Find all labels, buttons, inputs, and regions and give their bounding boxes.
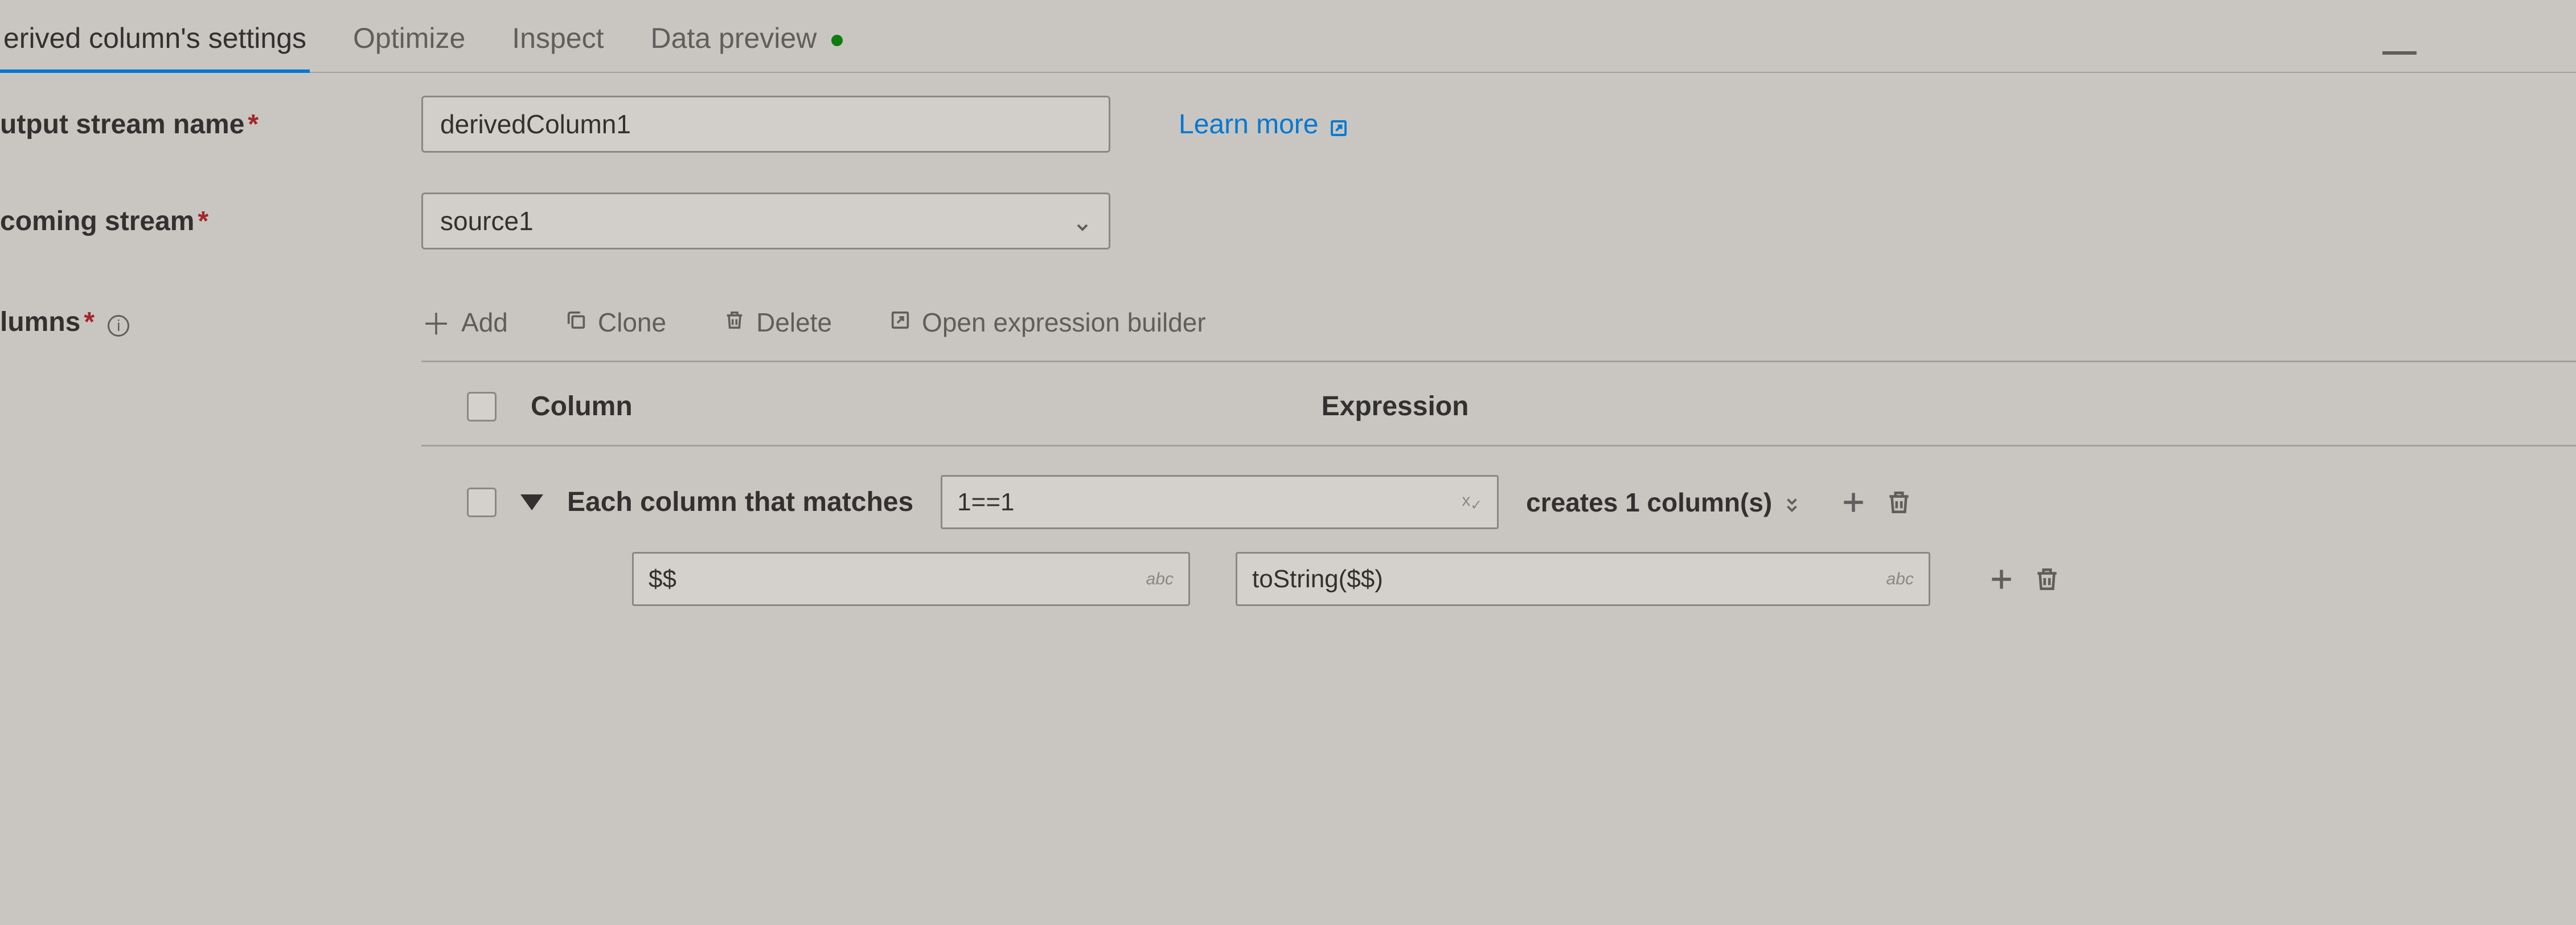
- columns-header-row: Column Expression: [421, 362, 2576, 447]
- add-button[interactable]: ＋ Add: [421, 301, 508, 343]
- tab-optimize[interactable]: Optimize: [350, 17, 469, 66]
- column-name-expression-value: $$: [649, 565, 676, 594]
- type-abc-icon: abc: [1886, 570, 1914, 589]
- info-icon[interactable]: i: [108, 315, 129, 337]
- columns-toolbar: ＋ Add Clone Delete Open expression buil: [421, 289, 2576, 362]
- incoming-stream-label-text: coming stream: [0, 206, 194, 236]
- status-dot-icon: [831, 35, 843, 46]
- add-row-icon[interactable]: [1839, 488, 1868, 517]
- add-row-icon[interactable]: [1987, 565, 2016, 594]
- tab-settings[interactable]: erived column's settings: [0, 17, 310, 66]
- pattern-match-label: Each column that matches: [567, 486, 913, 518]
- columns-label-text: lumns: [0, 307, 80, 337]
- pattern-sub-row: $$ abc toString($$) abc: [421, 529, 2576, 606]
- column-name-expression-input[interactable]: $$ abc: [632, 552, 1190, 606]
- clone-icon: [565, 307, 588, 338]
- tab-data-preview-label: Data preview: [651, 22, 817, 54]
- value-expression-value: toString($$): [1252, 565, 1383, 594]
- trash-icon: [723, 307, 746, 338]
- row-checkbox[interactable]: [467, 488, 497, 517]
- external-link-icon: [1328, 114, 1349, 134]
- incoming-stream-label: coming stream*: [0, 206, 421, 237]
- incoming-stream-row: coming stream* source1: [0, 193, 2576, 249]
- delete-row-icon[interactable]: [1885, 488, 1913, 517]
- tabs-bar: erived column's settings Optimize Inspec…: [0, 0, 2576, 73]
- tab-data-preview[interactable]: Data preview: [647, 17, 847, 66]
- pattern-row: Each column that matches 1==1 x✓ creates…: [421, 447, 2576, 529]
- output-stream-label: utput stream name*: [0, 109, 421, 140]
- external-link-icon: [889, 307, 912, 338]
- add-button-label: Add: [461, 307, 508, 338]
- output-stream-input[interactable]: [421, 96, 1110, 153]
- clone-button[interactable]: Clone: [565, 307, 666, 338]
- output-stream-row: utput stream name* Learn more: [0, 96, 2576, 153]
- delete-button-label: Delete: [756, 307, 832, 338]
- clone-button-label: Clone: [598, 307, 666, 338]
- required-asterisk: *: [248, 109, 259, 140]
- delete-row-icon[interactable]: [2033, 565, 2061, 594]
- row-actions: [1839, 488, 1913, 517]
- required-asterisk: *: [84, 307, 95, 337]
- delete-button[interactable]: Delete: [723, 307, 832, 338]
- chevron-double-down-icon: [1783, 492, 1800, 513]
- select-all-checkbox[interactable]: [467, 392, 497, 421]
- incoming-stream-select[interactable]: source1: [421, 193, 1110, 249]
- plus-icon: ＋: [421, 301, 451, 343]
- expression-type-icon: x✓: [1462, 491, 1482, 514]
- expand-row-icon[interactable]: [520, 494, 543, 510]
- sub-row-actions: [1987, 565, 2061, 594]
- minimize-icon[interactable]: [2382, 51, 2417, 55]
- value-expression-input[interactable]: toString($$) abc: [1236, 552, 1930, 606]
- match-condition-value: 1==1: [957, 488, 1014, 517]
- columns-section: lumns* i ＋ Add Clone Delete: [0, 289, 2576, 606]
- type-abc-icon: abc: [1146, 570, 1174, 589]
- incoming-stream-value: source1: [440, 206, 534, 236]
- column-header: Column: [531, 391, 633, 422]
- open-expression-builder-button[interactable]: Open expression builder: [889, 307, 1206, 338]
- match-condition-input[interactable]: 1==1 x✓: [941, 475, 1499, 529]
- tab-inspect[interactable]: Inspect: [508, 17, 607, 66]
- chevron-down-icon: [1073, 212, 1092, 230]
- expression-header: Expression: [1322, 391, 1469, 422]
- creates-columns-text: creates 1 column(s): [1526, 487, 1772, 518]
- learn-more-link[interactable]: Learn more: [1179, 109, 1349, 140]
- open-expression-builder-label: Open expression builder: [922, 307, 1206, 338]
- learn-more-text: Learn more: [1179, 109, 1318, 140]
- output-stream-label-text: utput stream name: [0, 109, 244, 140]
- creates-columns-label[interactable]: creates 1 column(s): [1526, 487, 1800, 518]
- required-asterisk: *: [198, 206, 208, 236]
- columns-label: lumns* i: [0, 306, 421, 338]
